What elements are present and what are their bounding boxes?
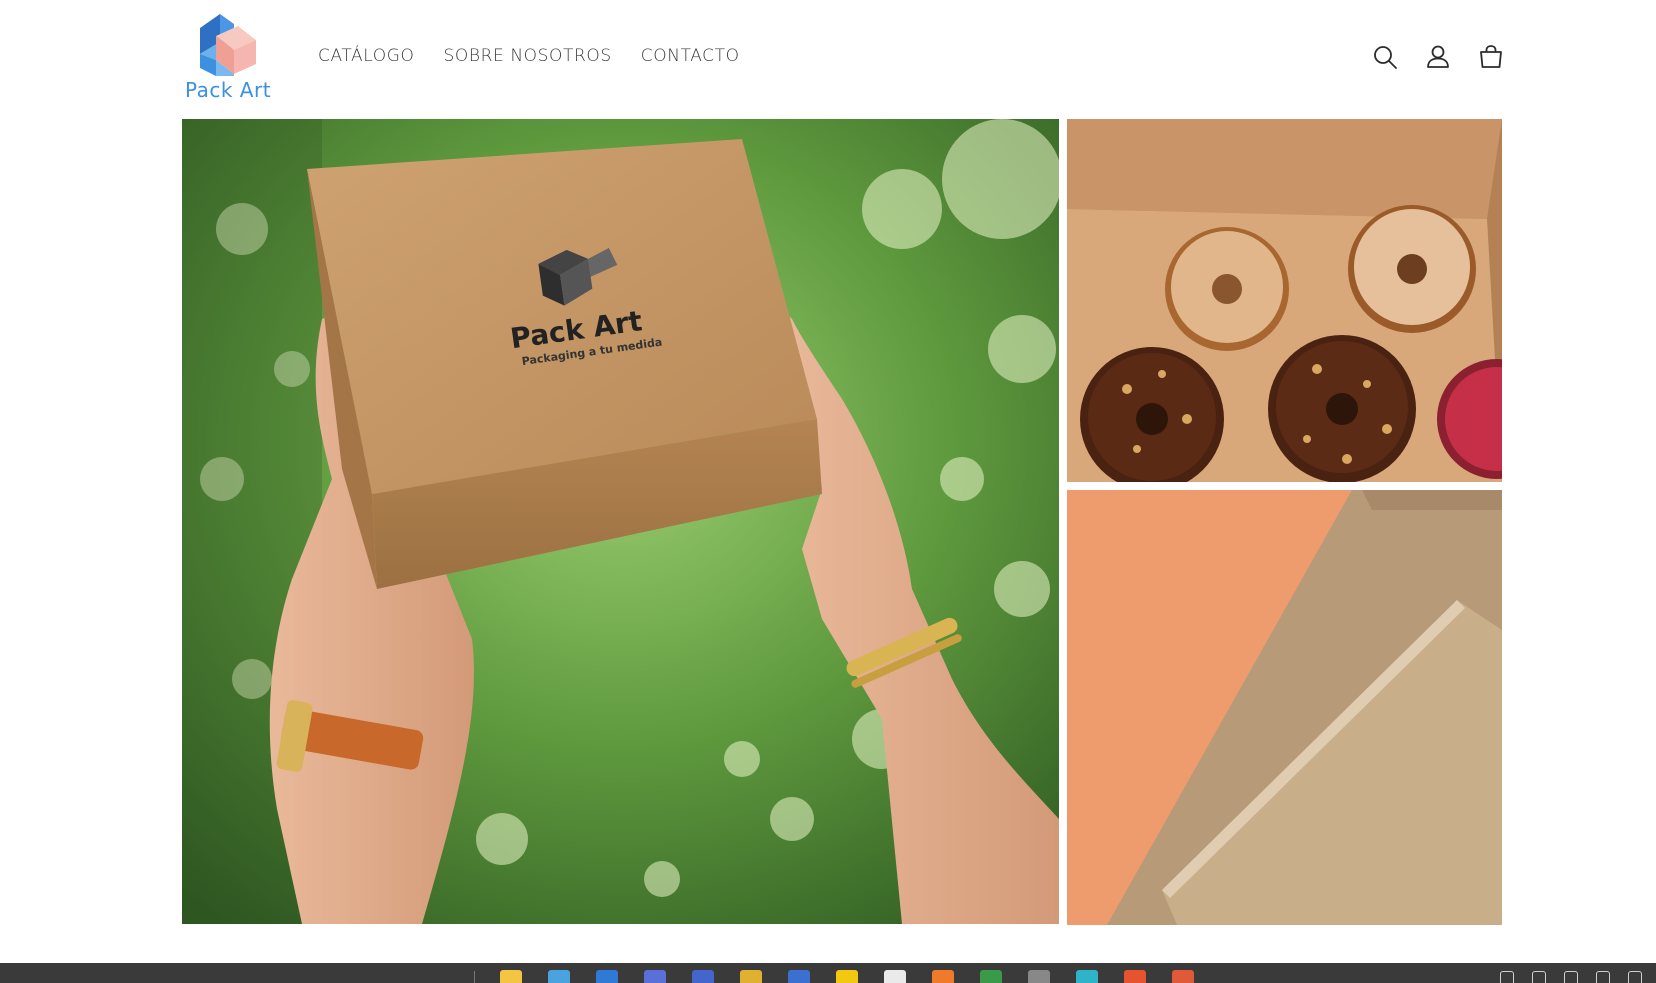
search-icon xyxy=(1374,46,1397,69)
main-nav: CATÁLOGO SOBRE NOSOTROS CONTACTO xyxy=(318,44,769,68)
taskbar-app-icon[interactable] xyxy=(1028,970,1050,983)
wifi-icon[interactable] xyxy=(1596,971,1610,983)
taskbar-app-icon[interactable] xyxy=(740,970,762,983)
tablet-icon[interactable] xyxy=(1532,971,1546,983)
taskbar-app-icon[interactable] xyxy=(548,970,570,983)
taskbar-app-icon[interactable] xyxy=(692,970,714,983)
taskbar-app-icon[interactable] xyxy=(980,970,1002,983)
taskbar-app-icon[interactable] xyxy=(1076,970,1098,983)
volume-icon[interactable] xyxy=(1628,971,1642,983)
taskbar-app-icon[interactable] xyxy=(644,970,666,983)
hero-image-box-forest: Pack Art Packaging a tu medida xyxy=(182,119,1059,924)
taskbar-app-icon[interactable] xyxy=(932,970,954,983)
nav-link-catalogo[interactable]: CATÁLOGO xyxy=(318,44,414,68)
taskbar-apps xyxy=(500,970,1220,983)
search-button[interactable] xyxy=(1368,40,1402,74)
account-icon xyxy=(1427,45,1449,68)
chevron-up-icon[interactable] xyxy=(1500,971,1514,983)
taskbar-app-icon[interactable] xyxy=(1124,970,1146,983)
taskbar-separator xyxy=(474,971,475,983)
taskbar-app-icon[interactable] xyxy=(836,970,858,983)
hero-gallery: Pack Art Packaging a tu medida xyxy=(182,119,1502,925)
site-logo[interactable]: Pack Art xyxy=(180,12,274,104)
account-button[interactable] xyxy=(1421,40,1455,74)
network-icon[interactable] xyxy=(1564,971,1578,983)
logo-cube-icon xyxy=(200,14,256,76)
logo-wordmark: Pack Art xyxy=(184,78,272,102)
taskbar-app-icon[interactable] xyxy=(788,970,810,983)
gallery-image-kraft-box xyxy=(1067,490,1502,925)
taskbar-app-icon[interactable] xyxy=(596,970,618,983)
cart-button[interactable] xyxy=(1474,40,1508,74)
taskbar-app-icon[interactable] xyxy=(884,970,906,983)
taskbar-app-icon[interactable] xyxy=(500,970,522,983)
taskbar-app-icon[interactable] xyxy=(1172,970,1194,983)
header-actions xyxy=(1349,40,1508,74)
cart-icon xyxy=(1480,45,1502,68)
gallery-image-donuts xyxy=(1067,119,1502,482)
site-header: Pack Art CATÁLOGO SOBRE NOSOTROS CONTACT… xyxy=(0,0,1656,118)
os-taskbar xyxy=(0,963,1656,983)
nav-link-contacto[interactable]: CONTACTO xyxy=(641,44,740,68)
nav-link-sobre-nosotros[interactable]: SOBRE NOSOTROS xyxy=(443,44,611,68)
system-tray xyxy=(1482,971,1642,983)
